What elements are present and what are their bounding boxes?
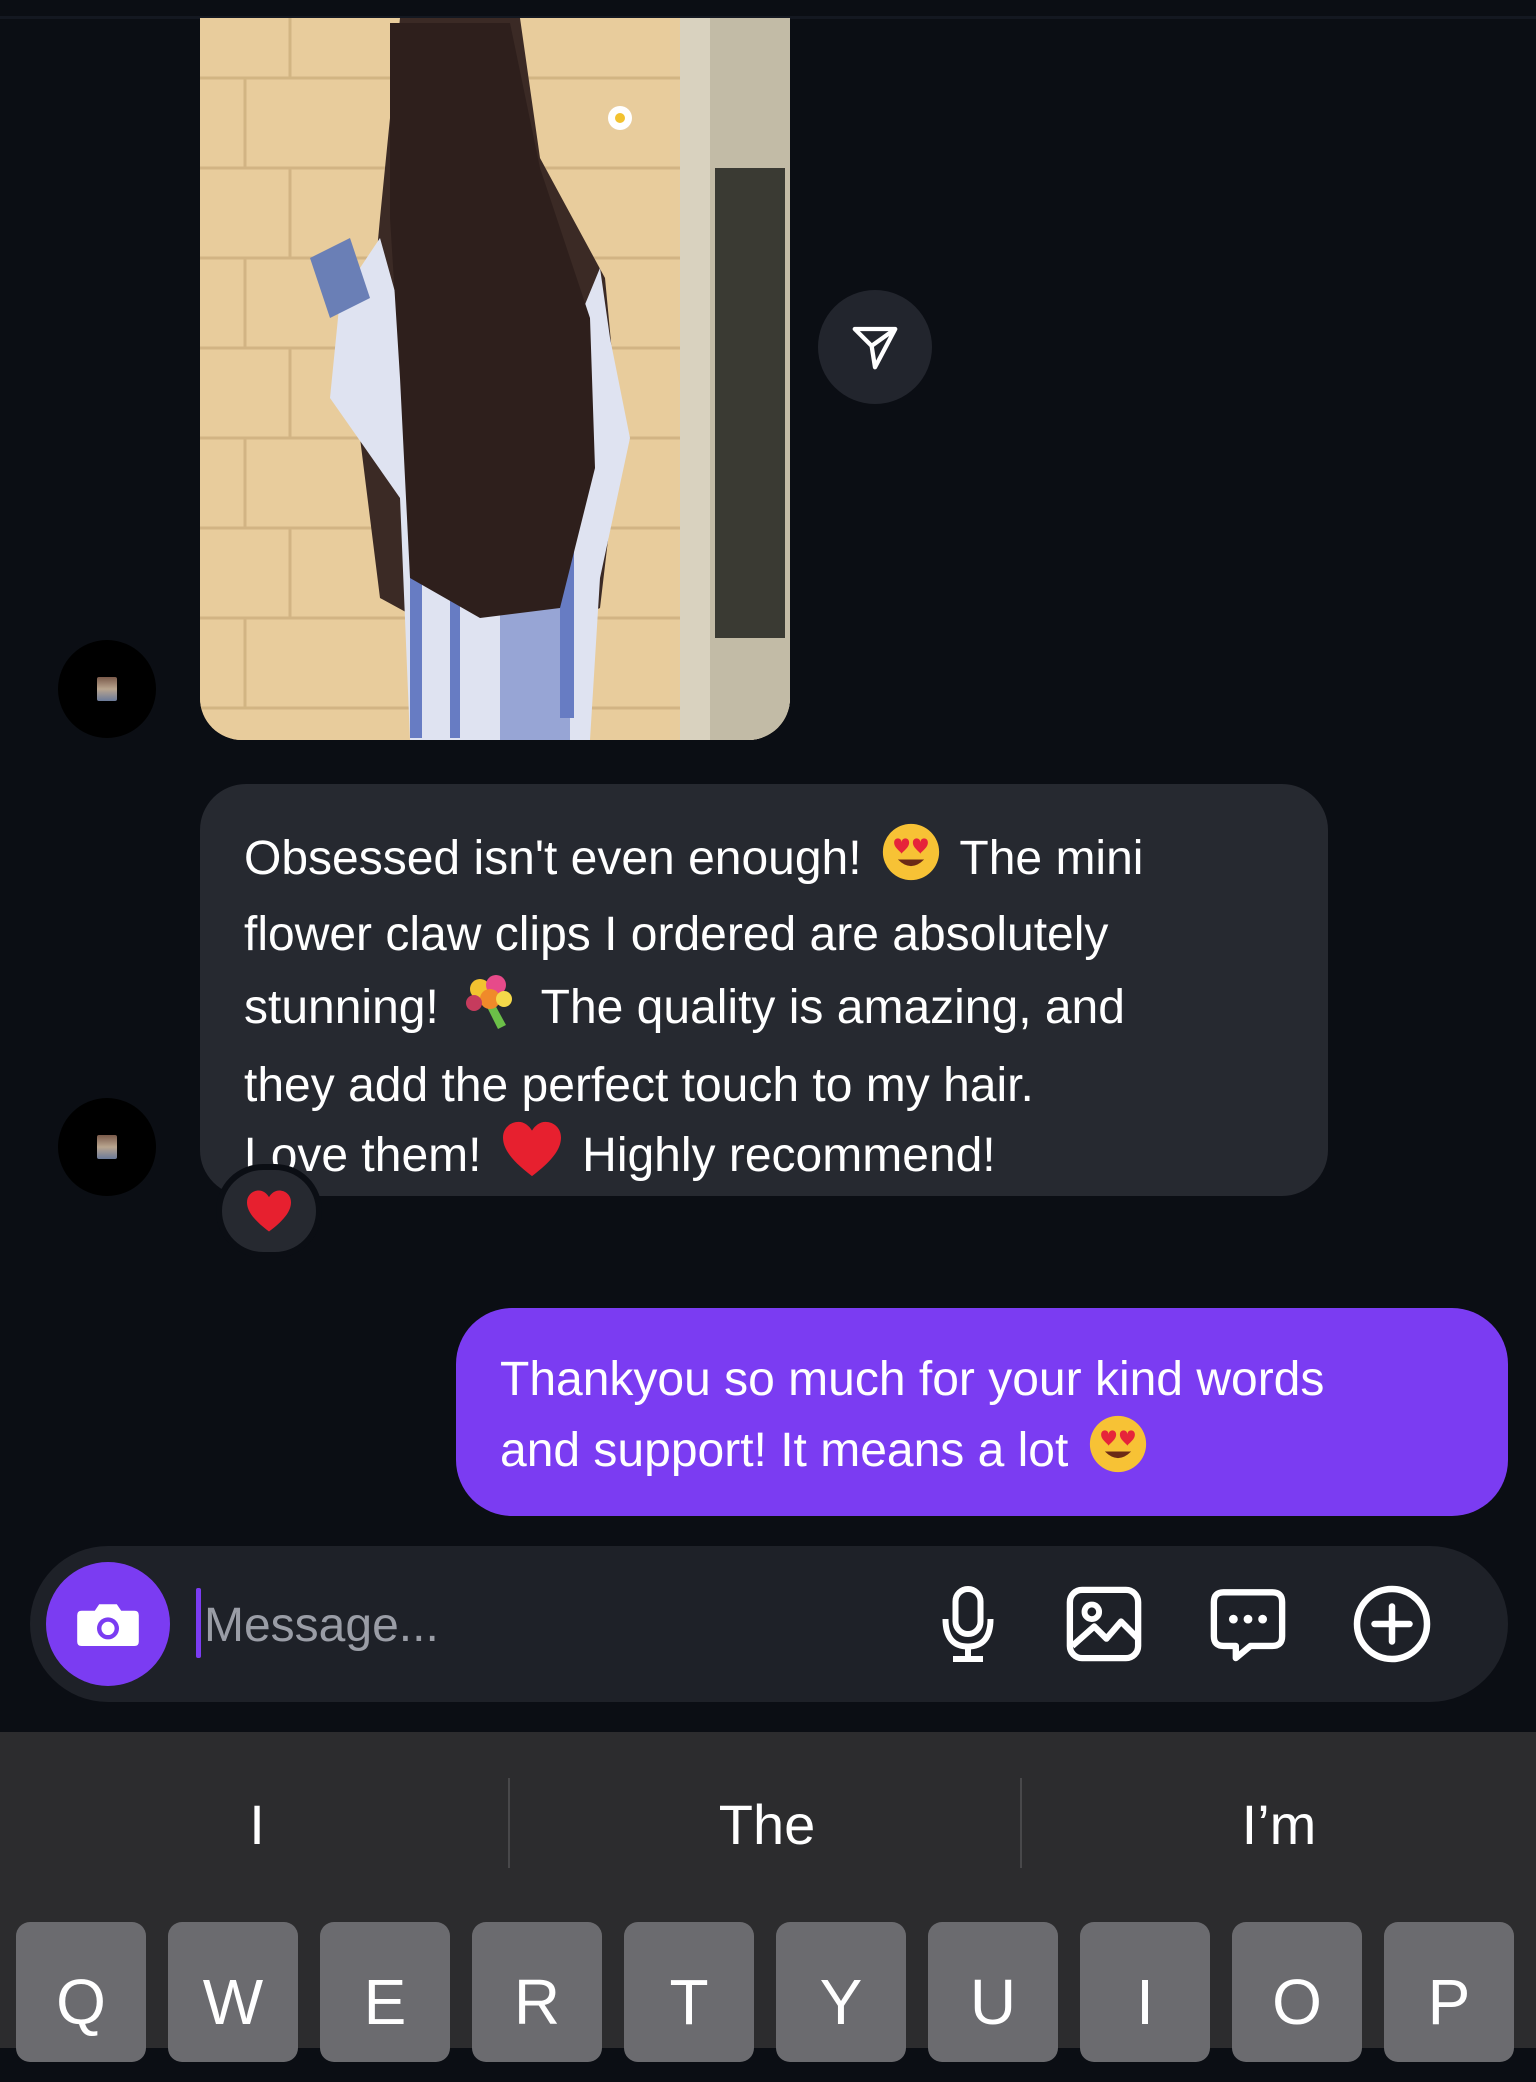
key-u[interactable]: U	[928, 1922, 1058, 2062]
message-line: Thankyou so much for your kind words	[500, 1353, 1325, 1406]
heart-reaction[interactable]	[216, 1164, 322, 1258]
key-r[interactable]: R	[472, 1922, 602, 2062]
microphone-icon	[942, 1586, 994, 1662]
red-heart-emoji-icon	[501, 1120, 563, 1197]
key-i[interactable]: I	[1080, 1922, 1210, 2062]
suggestion-2[interactable]: The	[512, 1780, 1022, 1870]
key-y[interactable]: Y	[776, 1922, 906, 2062]
sticker-button[interactable]	[1208, 1584, 1288, 1664]
message-line: stunning! The quality is amazing, and	[244, 969, 1284, 1052]
message-line: Obsessed isn't even enough! The mini	[244, 822, 1284, 901]
suggestion-divider	[1020, 1778, 1022, 1868]
message-line: flower claw clips I ordered are absolute…	[244, 908, 1109, 961]
photo-image	[200, 18, 790, 740]
key-q[interactable]: Q	[16, 1922, 146, 2062]
avatar-image	[97, 1135, 117, 1159]
heart-eyes-emoji-icon	[1088, 1414, 1148, 1493]
text-caret	[196, 1588, 201, 1658]
on-screen-keyboard: I The I’m Q W E R T Y U I O P	[0, 1732, 1536, 2062]
message-line: and support! It means a lot	[500, 1414, 1464, 1493]
gallery-icon	[1066, 1586, 1142, 1662]
message-composer	[30, 1546, 1508, 1702]
suggestion-1[interactable]: I	[2, 1780, 512, 1870]
heart-eyes-emoji-icon	[881, 822, 941, 901]
outgoing-message-bubble[interactable]: Thankyou so much for your kind words and…	[456, 1308, 1508, 1516]
share-button[interactable]	[818, 290, 932, 404]
message-input[interactable]	[202, 1584, 906, 1666]
avatar-image	[97, 677, 117, 701]
key-p[interactable]: P	[1384, 1922, 1514, 2062]
gallery-button[interactable]	[1064, 1584, 1144, 1664]
add-icon	[1353, 1585, 1431, 1663]
incoming-message-bubble[interactable]: Obsessed isn't even enough! The mini flo…	[200, 784, 1328, 1196]
key-w[interactable]: W	[168, 1922, 298, 2062]
heart-icon	[247, 1190, 291, 1232]
shared-photo[interactable]	[200, 18, 790, 740]
key-o[interactable]: O	[1232, 1922, 1362, 2062]
suggestion-divider	[508, 1778, 510, 1868]
camera-icon	[77, 1604, 139, 1646]
add-button[interactable]	[1352, 1584, 1432, 1664]
paper-plane-icon	[852, 326, 898, 370]
bouquet-emoji-icon	[458, 969, 522, 1052]
key-e[interactable]: E	[320, 1922, 450, 2062]
suggestion-3[interactable]: I’m	[1024, 1780, 1534, 1870]
microphone-button[interactable]	[928, 1584, 1008, 1664]
message-line: they add the perfect touch to my hair.	[244, 1059, 1034, 1112]
avatar[interactable]	[58, 640, 156, 738]
sticker-chat-icon	[1210, 1589, 1286, 1662]
camera-button[interactable]	[46, 1562, 170, 1686]
avatar[interactable]	[58, 1098, 156, 1196]
key-t[interactable]: T	[624, 1922, 754, 2062]
message-line: Love them! Highly recommend!	[244, 1120, 1284, 1197]
